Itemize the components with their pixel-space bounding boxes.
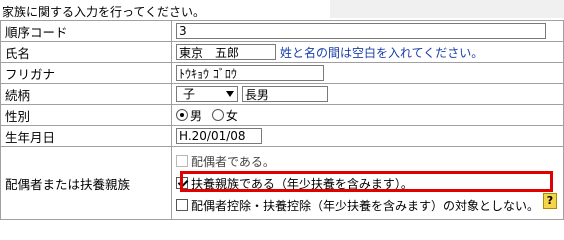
exclude-checkbox[interactable] bbox=[176, 199, 188, 211]
label-spouse: 配偶者または扶養親族 bbox=[0, 146, 172, 220]
row-spouse: 配偶者または扶養親族 配偶者である。 扶養親族である（年少扶養を含みます）。 配… bbox=[0, 146, 564, 220]
label-relation: 続柄 bbox=[0, 83, 172, 105]
exclude-option-label: 配偶者控除・扶養控除（年少扶養を含みます）の対象としない。 bbox=[191, 198, 540, 213]
highlight-box bbox=[180, 171, 553, 192]
gender-female-radio[interactable] bbox=[211, 109, 224, 121]
chevron-down-icon bbox=[226, 91, 234, 97]
spouse-options: 配偶者である。 扶養親族である（年少扶養を含みます）。 配偶者控除・扶養控除（年… bbox=[176, 150, 563, 216]
help-icon[interactable]: ? bbox=[543, 193, 557, 209]
gender-female-label: 女 bbox=[225, 108, 238, 123]
label-order-code: 順序コード bbox=[0, 20, 172, 42]
spouse-option-label: 配偶者である。 bbox=[191, 154, 275, 169]
gender-male-radio[interactable] bbox=[176, 109, 188, 121]
birthdate-input[interactable] bbox=[176, 128, 262, 144]
row-order-code: 順序コード bbox=[0, 20, 564, 42]
instruction-text: 家族に関する入力を行ってください。 bbox=[2, 5, 206, 19]
top-bar bbox=[330, 0, 564, 18]
label-gender: 性別 bbox=[0, 104, 172, 126]
order-code-input[interactable] bbox=[176, 23, 546, 39]
kana-input[interactable] bbox=[176, 65, 324, 81]
row-birthdate: 生年月日 bbox=[0, 125, 564, 147]
exclude-option-row: 配偶者控除・扶養控除（年少扶養を含みます）の対象としない。 ? bbox=[176, 193, 563, 216]
spouse-option-row: 配偶者である。 bbox=[176, 150, 563, 172]
row-kana: フリガナ bbox=[0, 62, 564, 84]
family-form: 順序コード 氏名 姓と名の間は空白を入れてください。 フリガナ 続柄 子 性別 … bbox=[0, 20, 564, 220]
label-kana: フリガナ bbox=[0, 62, 172, 84]
row-gender: 性別 男 女 bbox=[0, 104, 564, 126]
label-birthdate: 生年月日 bbox=[0, 125, 172, 147]
row-name: 氏名 姓と名の間は空白を入れてください。 bbox=[0, 41, 564, 63]
spouse-checkbox[interactable] bbox=[176, 155, 188, 167]
name-input[interactable] bbox=[176, 44, 276, 60]
name-hint: 姓と名の間は空白を入れてください。 bbox=[280, 45, 484, 60]
label-name: 氏名 bbox=[0, 41, 172, 63]
row-relation: 続柄 子 bbox=[0, 83, 564, 105]
relation-select-value: 子 bbox=[183, 87, 196, 101]
relation-detail-input[interactable] bbox=[241, 86, 328, 102]
relation-select[interactable]: 子 bbox=[176, 86, 238, 102]
gender-male-label: 男 bbox=[190, 108, 203, 123]
